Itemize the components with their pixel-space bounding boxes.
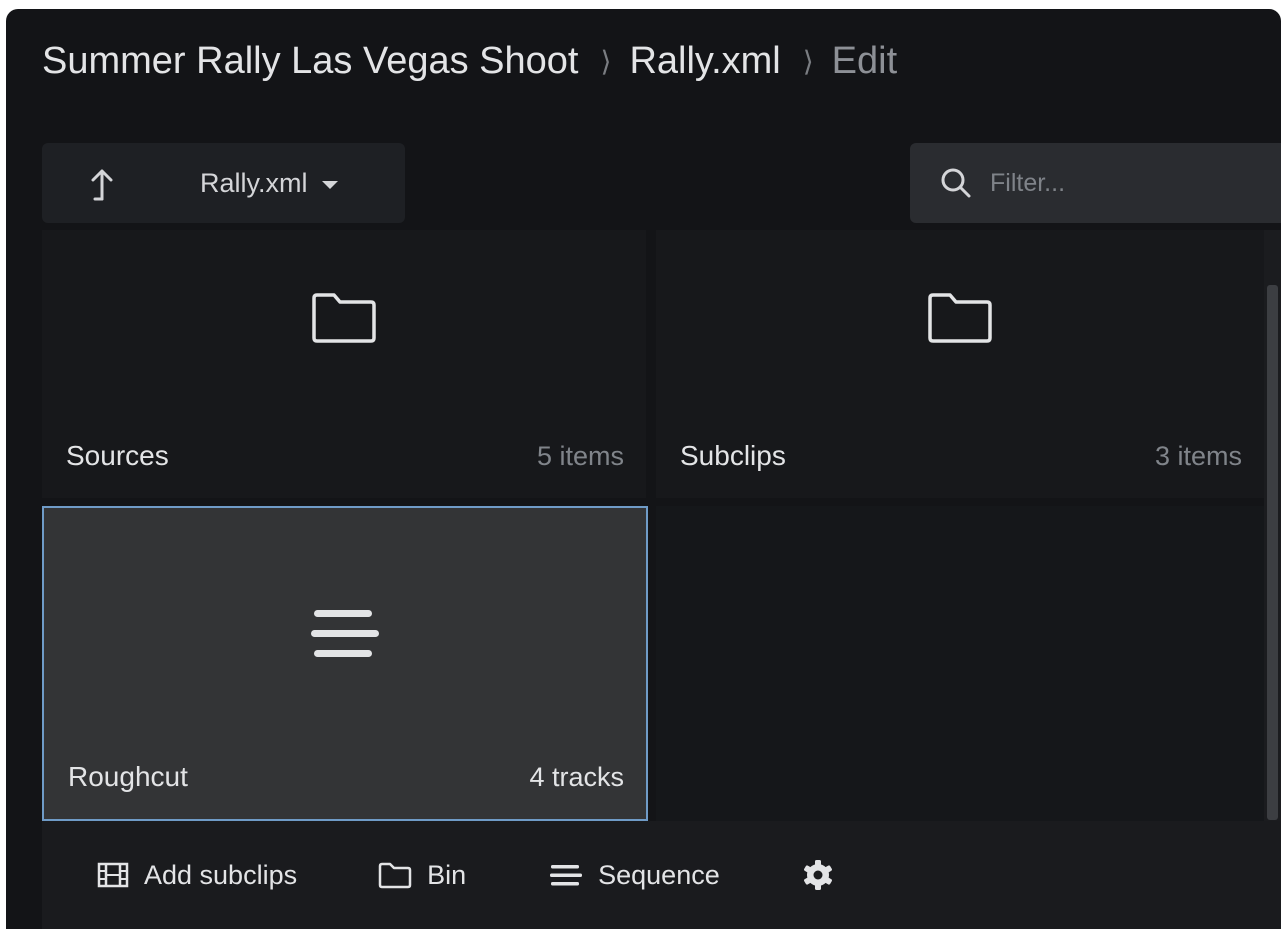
folder-icon bbox=[312, 293, 376, 343]
breadcrumb-separator: ⟩ bbox=[600, 45, 612, 77]
file-select-dropdown[interactable]: Rally.xml bbox=[200, 161, 338, 205]
tile-count: 3 items bbox=[1154, 441, 1242, 471]
grid-empty-area bbox=[656, 506, 1264, 821]
folder-icon bbox=[378, 862, 412, 889]
tile-label: Roughcut bbox=[68, 761, 188, 792]
filter-search bbox=[910, 143, 1281, 223]
tile-label: Sources bbox=[66, 440, 169, 471]
new-sequence-button[interactable]: Sequence bbox=[548, 860, 720, 891]
bin-label: Bin bbox=[427, 859, 467, 890]
file-select-value: Rally.xml bbox=[200, 167, 308, 198]
breadcrumb: Summer Rally Las Vegas Shoot ⟩ Rally.xml… bbox=[42, 39, 897, 83]
sequence-icon bbox=[311, 610, 379, 657]
add-subclips-button[interactable]: Add subclips bbox=[96, 860, 297, 891]
breadcrumb-separator: ⟩ bbox=[802, 45, 814, 77]
file-navigation-bar: Rally.xml bbox=[42, 143, 405, 223]
tile-count: 5 items bbox=[536, 441, 624, 471]
chevron-down-icon bbox=[321, 180, 338, 189]
sequence-icon bbox=[550, 865, 583, 886]
bin-tile-subclips[interactable]: Subclips 3 items bbox=[656, 230, 1264, 498]
sequence-label: Sequence bbox=[598, 859, 720, 890]
breadcrumb-project[interactable]: Summer Rally Las Vegas Shoot bbox=[42, 40, 579, 83]
search-icon bbox=[941, 168, 971, 198]
scrollbar[interactable] bbox=[1264, 230, 1281, 823]
tile-count: 4 tracks bbox=[529, 762, 624, 792]
settings-button[interactable] bbox=[800, 857, 836, 893]
scrollbar-thumb[interactable] bbox=[1267, 285, 1278, 820]
breadcrumb-file[interactable]: Rally.xml bbox=[629, 40, 780, 83]
film-icon bbox=[97, 862, 129, 888]
tile-label: Subclips bbox=[680, 440, 786, 471]
bottom-action-bar: Add subclips Bin Sequence bbox=[42, 821, 1281, 929]
add-subclips-label: Add subclips bbox=[144, 859, 298, 890]
new-bin-button[interactable]: Bin bbox=[377, 860, 466, 891]
gear-icon bbox=[803, 860, 832, 890]
arrow-up-icon[interactable] bbox=[80, 163, 124, 207]
media-browser-panel: Summer Rally Las Vegas Shoot ⟩ Rally.xml… bbox=[6, 9, 1281, 929]
sequence-tile-roughcut[interactable]: Roughcut 4 tracks bbox=[42, 506, 648, 821]
folder-icon bbox=[928, 293, 992, 343]
bin-tile-sources[interactable]: Sources 5 items bbox=[42, 230, 646, 498]
breadcrumb-current: Edit bbox=[831, 39, 898, 82]
filter-input[interactable] bbox=[988, 167, 1232, 199]
